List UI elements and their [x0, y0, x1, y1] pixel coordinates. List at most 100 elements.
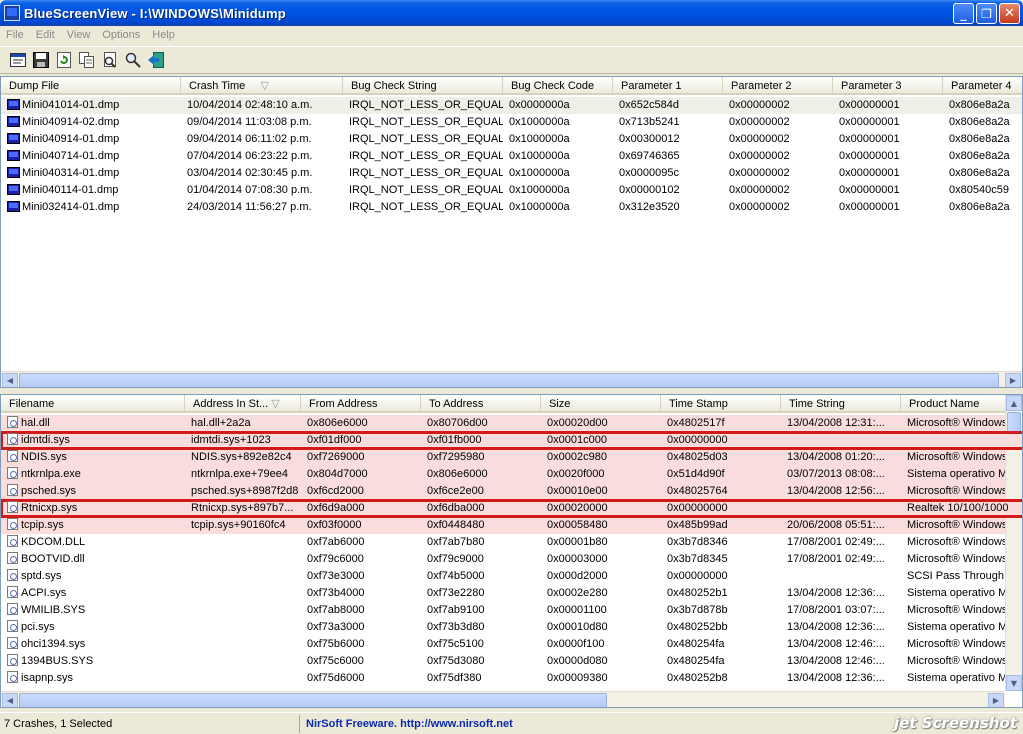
menu-view[interactable]: View — [61, 29, 97, 41]
col-parameter-3[interactable]: Parameter 3 — [833, 77, 943, 95]
bluescreenview-app-icon[interactable] — [4, 5, 20, 21]
table-row[interactable]: ohci1394.sys 0xf75b6000 0xf75c5100 0x0000f1… — [1, 636, 1022, 653]
properties-button[interactable] — [8, 50, 28, 70]
cell-parameter-4: 0x806e8a2a — [949, 116, 1010, 128]
driver-file-icon — [7, 416, 18, 428]
table-row[interactable]: tcpip.sys tcpip.sys+90160fc4 0xf03f0000 0xf… — [1, 517, 1022, 534]
scroll-up-arrow-icon[interactable]: ▲ — [1006, 395, 1022, 411]
table-row[interactable]: ntkrnlpa.exe ntkrnlpa.exe+79ee4 0x804d7000… — [1, 466, 1022, 483]
close-button[interactable]: ✕ — [999, 3, 1020, 24]
col-dump-file[interactable]: Dump File — [1, 77, 181, 95]
dump-rows: Mini041014-01.dmp 10/04/2014 02:48:10 a.m… — [1, 97, 1022, 216]
menu-bar: File Edit View Options Help — [0, 26, 1023, 44]
table-row[interactable]: 1394BUS.SYS 0xf75c6000 0xf75d3080 0x0000d08… — [1, 653, 1022, 670]
cell-size: 0x0002c980 — [547, 451, 607, 463]
nirsoft-link[interactable]: NirSoft Freeware. http://www.nirsoft.net — [300, 715, 513, 733]
scroll-right-arrow-icon[interactable]: ▶ — [1005, 373, 1021, 387]
col-address-in-stack[interactable]: Address In St... ▽ — [185, 395, 301, 413]
table-row[interactable]: hal.dll hal.dll+2a2a 0x806e6000 0x80706d00 0… — [1, 415, 1022, 432]
dump-list-hscroll-thumb[interactable] — [19, 373, 999, 387]
dump-file-name: Mini040914-02.dmp — [22, 116, 120, 128]
col-to-address[interactable]: To Address — [421, 395, 541, 413]
refresh-button[interactable] — [54, 50, 74, 70]
driver-file-icon — [7, 450, 18, 462]
minimize-button[interactable]: _ — [953, 3, 974, 24]
cell-filename: Rtnicxp.sys — [1, 500, 185, 517]
highlighted-driver-row[interactable]: Rtnicxp.sys Rtnicxp.sys+897b7... 0xf6d9a00… — [1, 499, 1022, 518]
dump-list-hscrollbar[interactable]: ◀ ▶ — [1, 371, 1022, 387]
maximize-button[interactable]: ❐ — [976, 3, 997, 24]
cell-address-in-stack: hal.dll+2a2a — [191, 417, 251, 429]
col-from-address[interactable]: From Address — [301, 395, 421, 413]
col-parameter-1[interactable]: Parameter 1 — [613, 77, 723, 95]
table-row[interactable]: Mini041014-01.dmp 10/04/2014 02:48:10 a.m… — [1, 97, 1022, 114]
table-row[interactable]: Mini040114-01.dmp 01/04/2014 07:08:30 p.m… — [1, 182, 1022, 199]
driver-file-name: ntkrnlpa.exe — [21, 468, 81, 480]
scroll-down-arrow-icon[interactable]: ▼ — [1006, 675, 1022, 691]
scroll-left-arrow-icon[interactable]: ◀ — [2, 373, 18, 387]
cell-bug-check-code: 0x1000000a — [509, 167, 570, 179]
menu-options[interactable]: Options — [96, 29, 146, 41]
cell-address-in-stack: ntkrnlpa.exe+79ee4 — [191, 468, 288, 480]
col-time-string[interactable]: Time String — [781, 395, 901, 413]
col-bug-check-string[interactable]: Bug Check String — [343, 77, 503, 95]
cell-bug-check-code: 0x1000000a — [509, 133, 570, 145]
highlighted-driver-row[interactable]: idmtdi.sys idmtdi.sys+1023 0xf01df000 0xf01… — [1, 431, 1022, 450]
html-report-button[interactable] — [100, 50, 120, 70]
table-row[interactable]: isapnp.sys 0xf75d6000 0xf75df380 0x00009380… — [1, 670, 1022, 687]
find-button[interactable] — [123, 50, 143, 70]
cell-from-address: 0xf75d6000 — [307, 672, 365, 684]
menu-help[interactable]: Help — [146, 29, 181, 41]
driver-list[interactable]: Filename Address In St... ▽ From Address… — [0, 394, 1023, 708]
table-row[interactable]: sptd.sys 0xf73e3000 0xf74b5000 0x000d2000 0x… — [1, 568, 1022, 585]
cell-product-name: Microsoft® Windows — [907, 485, 1008, 497]
menu-edit[interactable]: Edit — [30, 29, 61, 41]
col-product-name[interactable]: Product Name — [901, 395, 1021, 413]
scroll-left-arrow-icon[interactable]: ◀ — [2, 693, 18, 707]
table-row[interactable]: Mini032414-01.dmp 24/03/2014 11:56:27 p.m… — [1, 199, 1022, 216]
dump-file-icon — [7, 150, 20, 161]
cell-size: 0x0002e280 — [547, 587, 608, 599]
dump-file-list[interactable]: Dump File Crash Time ▽ Bug Check String … — [0, 76, 1023, 388]
table-row[interactable]: KDCOM.DLL 0xf7ab6000 0xf7ab7b80 0x00001b80 0… — [1, 534, 1022, 551]
driver-list-hscrollbar[interactable]: ◀ ▶ — [1, 691, 1005, 707]
col-size[interactable]: Size — [541, 395, 661, 413]
table-row[interactable]: WMILIB.SYS 0xf7ab8000 0xf7ab9100 0x00001100… — [1, 602, 1022, 619]
cell-parameter-3: 0x00000001 — [839, 150, 900, 162]
col-time-stamp[interactable]: Time Stamp — [661, 395, 781, 413]
cell-time-stamp: 0x480254fa — [667, 638, 725, 650]
exit-button[interactable] — [146, 50, 166, 70]
cell-time-string: 13/04/2008 01:20:... — [787, 451, 885, 463]
title-bar[interactable]: BlueScreenView - I:\WINDOWS\Minidump _ ❐… — [0, 0, 1023, 26]
copy-button[interactable] — [77, 50, 97, 70]
col-parameter-4[interactable]: Parameter 4 — [943, 77, 1022, 95]
table-row[interactable]: psched.sys psched.sys+8987f2d8 0xf6cd2000 0… — [1, 483, 1022, 500]
driver-list-hscroll-thumb[interactable] — [19, 693, 607, 707]
table-row[interactable]: BOOTVID.dll 0xf79c6000 0xf79c9000 0x0000300… — [1, 551, 1022, 568]
menu-file[interactable]: File — [0, 29, 30, 41]
cell-from-address: 0xf01df000 — [307, 434, 362, 446]
table-row[interactable]: Mini040914-02.dmp 09/04/2014 11:03:08 p.m… — [1, 114, 1022, 131]
table-row[interactable]: Mini040714-01.dmp 07/04/2014 06:23:22 p.m… — [1, 148, 1022, 165]
cell-filename: sptd.sys — [1, 568, 185, 585]
driver-file-name: isapnp.sys — [21, 672, 73, 684]
cell-parameter-4: 0x80540c59 — [949, 184, 1009, 196]
cell-address-in-stack — [185, 551, 301, 568]
col-filename[interactable]: Filename — [1, 395, 185, 413]
col-parameter-2[interactable]: Parameter 2 — [723, 77, 833, 95]
col-crash-time[interactable]: Crash Time ▽ — [181, 77, 343, 95]
driver-file-name: WMILIB.SYS — [21, 604, 86, 616]
table-row[interactable]: Mini040314-01.dmp 03/04/2014 02:30:45 p.m… — [1, 165, 1022, 182]
table-row[interactable]: pci.sys 0xf73a3000 0xf73b3d80 0x00010d80 0x4… — [1, 619, 1022, 636]
scroll-right-arrow-icon[interactable]: ▶ — [988, 693, 1004, 707]
save-icon — [33, 52, 49, 68]
cell-filename: 1394BUS.SYS — [1, 653, 185, 670]
table-row[interactable]: ACPI.sys 0xf73b4000 0xf73e2280 0x0002e280 0x… — [1, 585, 1022, 602]
table-row[interactable]: NDIS.sys NDIS.sys+892e82c4 0xf7269000 0xf72… — [1, 449, 1022, 466]
save-button[interactable] — [31, 50, 51, 70]
table-row[interactable]: Mini040914-01.dmp 09/04/2014 06:11:02 p.m… — [1, 131, 1022, 148]
cell-product-name: Microsoft® Windows — [907, 655, 1008, 667]
cell-time-string: 13/04/2008 12:36:... — [787, 587, 885, 599]
col-bug-check-code[interactable]: Bug Check Code — [503, 77, 613, 95]
cell-to-address: 0xf73b3d80 — [427, 621, 485, 633]
